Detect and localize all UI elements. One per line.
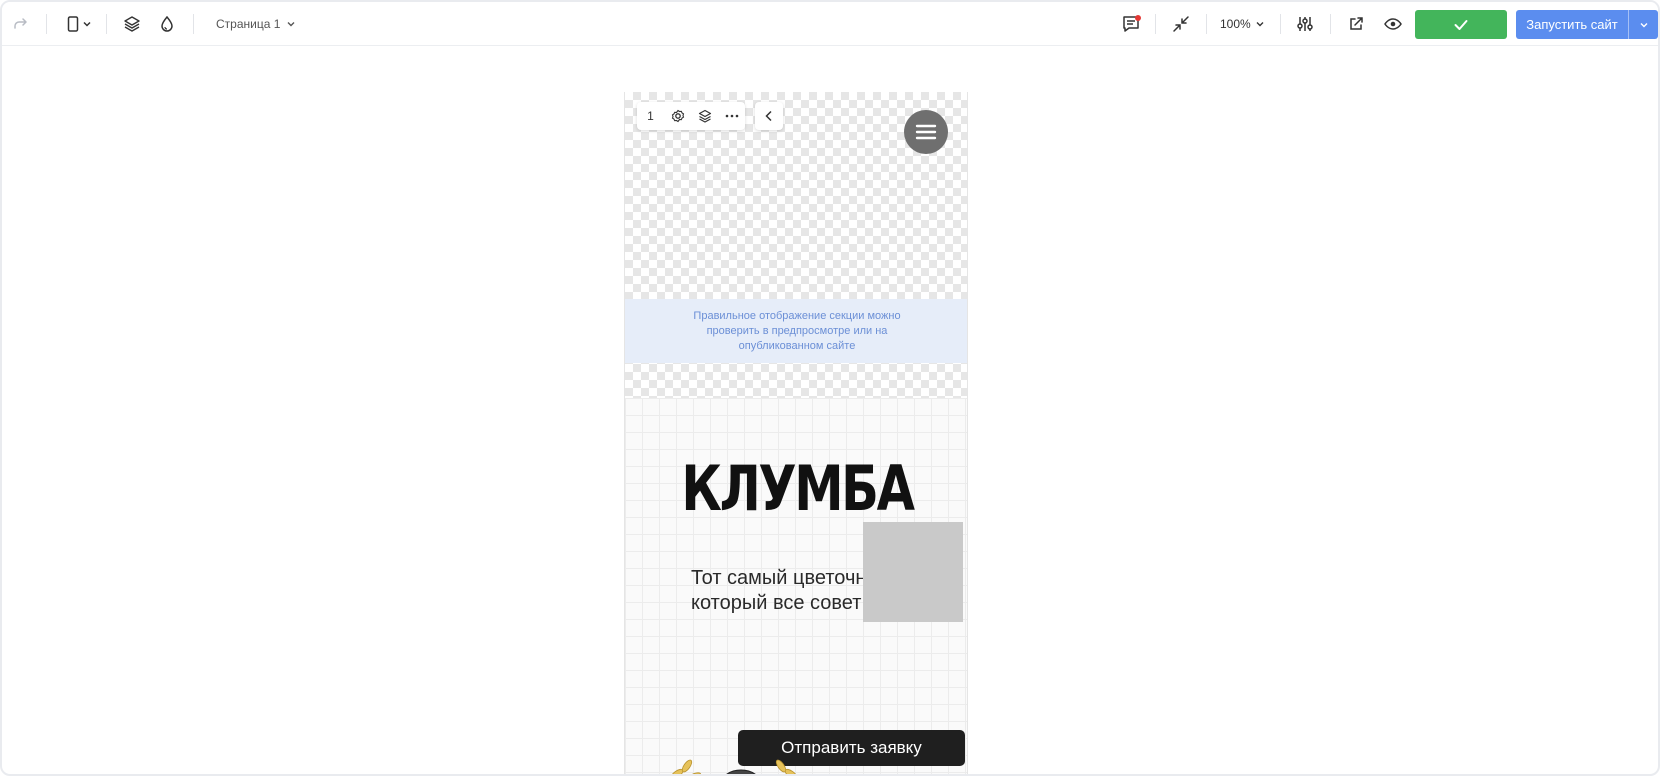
hamburger-menu-button[interactable] [904, 110, 948, 154]
external-link-icon[interactable] [1346, 14, 1366, 34]
chevron-down-icon [1640, 22, 1647, 27]
hero-title: КЛУМБА [681, 452, 915, 525]
page-selector[interactable]: Страница 1 [216, 14, 296, 34]
editor-window: Страница 1 100% Запустить сайт 1 Правиль… [0, 0, 1660, 776]
image-placeholder[interactable] [863, 522, 963, 622]
section-settings-icon[interactable] [664, 102, 691, 130]
mobile-device-icon [67, 16, 78, 32]
publish-button[interactable] [1415, 10, 1507, 39]
collapse-icon[interactable] [1171, 14, 1191, 34]
launch-site-label: Запустить сайт [1526, 17, 1618, 32]
layers-icon[interactable] [122, 14, 142, 34]
sliders-icon[interactable] [1295, 14, 1315, 34]
device-switcher[interactable] [64, 14, 94, 34]
hamburger-icon [915, 124, 937, 140]
chevron-down-icon [287, 22, 295, 27]
chevron-down-icon [1256, 22, 1264, 27]
chevron-left-icon[interactable] [755, 102, 783, 130]
chevron-down-icon [82, 21, 91, 27]
zoom-label: 100% [1220, 17, 1251, 31]
launch-options-button[interactable] [1629, 20, 1658, 30]
page-selector-label: Страница 1 [216, 17, 281, 31]
laurel-badge-icon [670, 759, 798, 774]
notice-text: Правильное отображение секции можно пров… [693, 309, 901, 352]
zoom-selector[interactable]: 100% [1220, 14, 1265, 34]
redo-icon[interactable] [10, 14, 30, 34]
notification-dot [1135, 15, 1141, 21]
top-toolbar: Страница 1 100% Запустить сайт [2, 2, 1658, 46]
eye-icon[interactable] [1382, 14, 1404, 34]
mobile-preview-canvas: 1 Правильное отображение секции можно пр… [624, 92, 968, 774]
launch-site-button[interactable]: Запустить сайт [1516, 10, 1658, 39]
more-options-icon[interactable] [718, 102, 745, 130]
section-layers-icon[interactable] [691, 102, 718, 130]
section-toolbar: 1 [637, 102, 745, 130]
color-drop-icon[interactable] [157, 14, 177, 34]
section-number[interactable]: 1 [637, 102, 664, 130]
section-preview-notice: Правильное отображение секции можно пров… [625, 299, 967, 363]
check-icon [1454, 19, 1468, 30]
